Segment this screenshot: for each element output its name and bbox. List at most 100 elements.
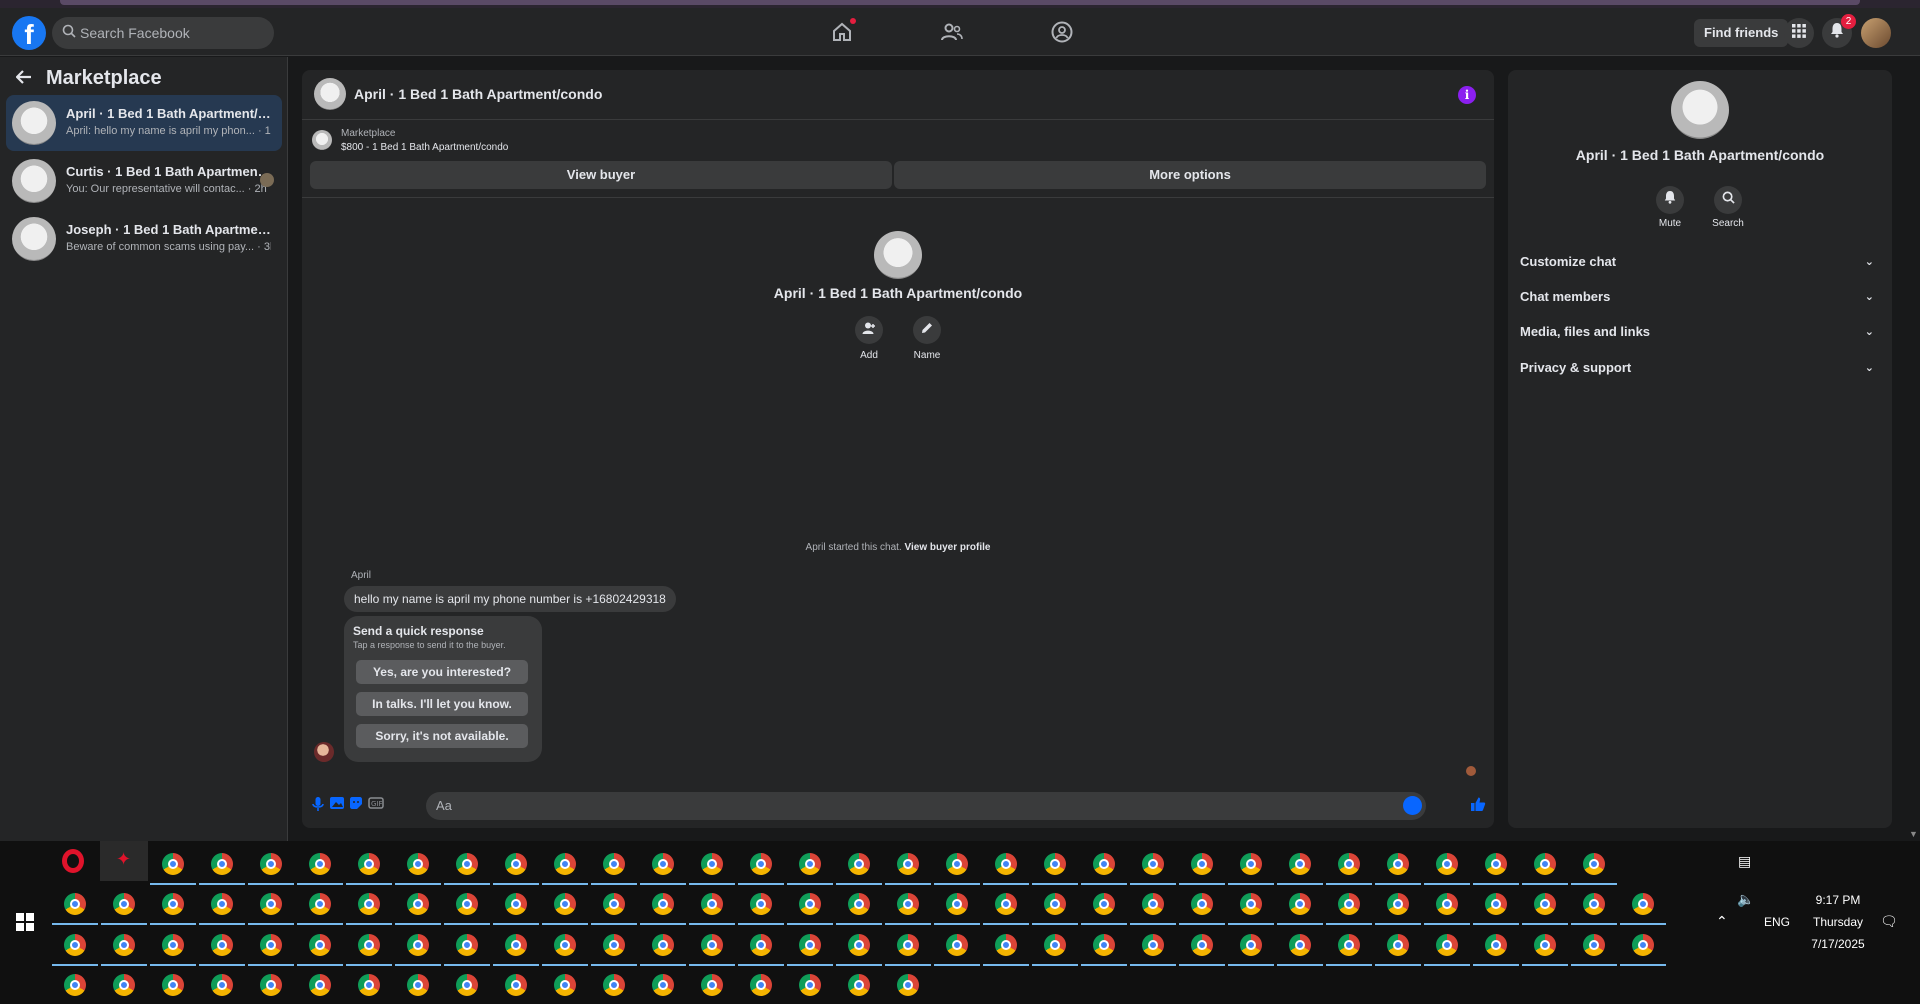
chrome-window-icon[interactable] bbox=[64, 974, 86, 996]
chrome-window-icon[interactable] bbox=[1191, 893, 1213, 915]
chrome-window-icon[interactable] bbox=[897, 893, 919, 915]
chrome-window-icon[interactable] bbox=[1142, 853, 1164, 875]
chrome-window-icon[interactable] bbox=[1093, 934, 1115, 956]
chrome-window-icon[interactable] bbox=[162, 893, 184, 915]
chrome-window-icon[interactable] bbox=[260, 893, 282, 915]
chrome-window-icon[interactable] bbox=[358, 974, 380, 996]
chrome-window-icon[interactable] bbox=[701, 893, 723, 915]
chrome-window-icon[interactable] bbox=[750, 893, 772, 915]
chrome-window-icon[interactable] bbox=[799, 853, 821, 875]
chrome-window-icon[interactable] bbox=[946, 934, 968, 956]
chrome-window-icon[interactable] bbox=[554, 934, 576, 956]
chrome-window-icon[interactable] bbox=[260, 853, 282, 875]
search-in-chat-button[interactable]: Search bbox=[1703, 186, 1753, 229]
chrome-window-icon[interactable] bbox=[1044, 893, 1066, 915]
chrome-window-icon[interactable] bbox=[750, 853, 772, 875]
microphone-icon[interactable] bbox=[309, 796, 327, 814]
chrome-window-icon[interactable] bbox=[1436, 853, 1458, 875]
chrome-window-icon[interactable] bbox=[309, 893, 331, 915]
chrome-window-icon[interactable] bbox=[260, 934, 282, 956]
chat-title[interactable]: April · 1 Bed 1 Bath Apartment/condo bbox=[354, 86, 602, 102]
clock-time[interactable]: 9:17 PM bbox=[1808, 893, 1868, 907]
chrome-window-icon[interactable] bbox=[554, 974, 576, 996]
chat-members-section[interactable]: Chat members ⌄ bbox=[1520, 286, 1880, 308]
search-input[interactable]: Search Facebook bbox=[52, 17, 274, 49]
chrome-window-icon[interactable] bbox=[113, 893, 135, 915]
chrome-window-icon[interactable] bbox=[211, 893, 233, 915]
chrome-window-icon[interactable] bbox=[652, 934, 674, 956]
chrome-window-icon[interactable] bbox=[113, 934, 135, 956]
chrome-window-icon[interactable] bbox=[407, 893, 429, 915]
notification-center-icon[interactable]: 🗨 bbox=[1880, 913, 1898, 930]
friends-icon[interactable] bbox=[940, 20, 964, 44]
chrome-window-icon[interactable] bbox=[1289, 853, 1311, 875]
chrome-window-icon[interactable] bbox=[211, 974, 233, 996]
chrome-window-icon[interactable] bbox=[603, 934, 625, 956]
chrome-window-icon[interactable] bbox=[358, 893, 380, 915]
chrome-window-icon[interactable] bbox=[750, 974, 772, 996]
chrome-window-icon[interactable] bbox=[799, 934, 821, 956]
menu-grid-icon[interactable] bbox=[1784, 18, 1814, 48]
message-bubble[interactable]: hello my name is april my phone number i… bbox=[344, 586, 676, 612]
chrome-window-icon[interactable] bbox=[1534, 853, 1556, 875]
sticker-icon[interactable] bbox=[347, 796, 365, 814]
quick-response-in-talks-button[interactable]: In talks. I'll let you know. bbox=[356, 692, 528, 716]
chrome-window-icon[interactable] bbox=[162, 974, 184, 996]
chrome-window-icon[interactable] bbox=[1632, 934, 1654, 956]
chrome-window-icon[interactable] bbox=[995, 853, 1017, 875]
quick-response-not-available-button[interactable]: Sorry, it's not available. bbox=[356, 724, 528, 748]
chrome-window-icon[interactable] bbox=[848, 934, 870, 956]
name-button[interactable]: Name bbox=[902, 316, 952, 361]
chrome-window-icon[interactable] bbox=[1142, 893, 1164, 915]
paint-app-icon[interactable]: ✦ bbox=[100, 841, 148, 881]
groups-icon[interactable] bbox=[1050, 20, 1074, 44]
chrome-window-icon[interactable] bbox=[1485, 893, 1507, 915]
language-indicator[interactable]: ENG bbox=[1764, 915, 1790, 929]
chrome-window-icon[interactable] bbox=[456, 853, 478, 875]
more-options-button[interactable]: More options bbox=[894, 161, 1486, 189]
chrome-window-icon[interactable] bbox=[211, 934, 233, 956]
chrome-window-icon[interactable] bbox=[1485, 934, 1507, 956]
chrome-window-icon[interactable] bbox=[897, 853, 919, 875]
chrome-window-icon[interactable] bbox=[848, 974, 870, 996]
chrome-window-icon[interactable] bbox=[456, 893, 478, 915]
chrome-window-icon[interactable] bbox=[1534, 893, 1556, 915]
chrome-window-icon[interactable] bbox=[64, 934, 86, 956]
chrome-window-icon[interactable] bbox=[1289, 893, 1311, 915]
chrome-window-icon[interactable] bbox=[1240, 893, 1262, 915]
chrome-window-icon[interactable] bbox=[1338, 893, 1360, 915]
chrome-window-icon[interactable] bbox=[995, 934, 1017, 956]
chrome-window-icon[interactable] bbox=[1387, 893, 1409, 915]
chrome-window-icon[interactable] bbox=[309, 974, 331, 996]
page-scrollbar[interactable]: ▼ bbox=[1906, 57, 1920, 841]
chrome-window-icon[interactable] bbox=[1289, 934, 1311, 956]
chrome-window-icon[interactable] bbox=[1387, 934, 1409, 956]
chrome-window-icon[interactable] bbox=[1338, 853, 1360, 875]
view-buyer-button[interactable]: View buyer bbox=[310, 161, 892, 189]
chrome-window-icon[interactable] bbox=[1240, 853, 1262, 875]
chrome-window-icon[interactable] bbox=[407, 974, 429, 996]
chrome-window-icon[interactable] bbox=[946, 893, 968, 915]
chrome-window-icon[interactable] bbox=[652, 974, 674, 996]
emoji-icon[interactable] bbox=[1403, 796, 1422, 815]
windows-start-icon[interactable] bbox=[16, 913, 34, 931]
chrome-window-icon[interactable] bbox=[505, 934, 527, 956]
chrome-window-icon[interactable] bbox=[1436, 893, 1458, 915]
chrome-window-icon[interactable] bbox=[407, 934, 429, 956]
chrome-window-icon[interactable] bbox=[1338, 934, 1360, 956]
chrome-window-icon[interactable] bbox=[897, 934, 919, 956]
customize-chat-section[interactable]: Customize chat ⌄ bbox=[1520, 251, 1880, 273]
chrome-window-icon[interactable] bbox=[1436, 934, 1458, 956]
chrome-window-icon[interactable] bbox=[750, 934, 772, 956]
chrome-window-icon[interactable] bbox=[848, 893, 870, 915]
chrome-window-icon[interactable] bbox=[260, 974, 282, 996]
message-input[interactable]: Aa bbox=[426, 792, 1426, 820]
chrome-window-icon[interactable] bbox=[1044, 934, 1066, 956]
chrome-window-icon[interactable] bbox=[358, 934, 380, 956]
profile-image[interactable] bbox=[874, 231, 922, 279]
opera-browser-icon[interactable] bbox=[62, 849, 84, 873]
chrome-window-icon[interactable] bbox=[1485, 853, 1507, 875]
tray-chevron-up-icon[interactable]: ⌃ bbox=[1716, 913, 1728, 930]
thumbs-up-icon[interactable] bbox=[1469, 796, 1487, 814]
chrome-window-icon[interactable] bbox=[701, 934, 723, 956]
